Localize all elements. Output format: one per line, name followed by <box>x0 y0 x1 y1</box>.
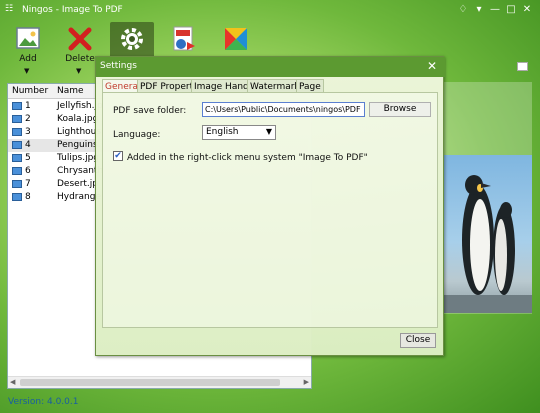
pdf-convert-icon <box>173 26 195 51</box>
row-filename: Koala.jpg <box>57 114 99 124</box>
tab-watermark[interactable]: Watermark <box>247 79 303 93</box>
image-file-icon <box>12 180 22 188</box>
language-label: Language: <box>113 130 161 140</box>
image-add-icon <box>16 27 40 49</box>
language-value: English <box>206 127 239 137</box>
penguin-image <box>444 175 532 313</box>
skin-icon[interactable]: ♢ <box>456 3 470 17</box>
scrollbar-thumb[interactable] <box>20 379 280 386</box>
image-file-icon <box>12 154 22 162</box>
close-icon[interactable]: ✕ <box>520 3 534 17</box>
maximize-icon[interactable]: □ <box>504 3 518 17</box>
pdf-save-folder-input[interactable]: C:\Users\Public\Documents\ningos\PDF <box>202 102 365 117</box>
row-filename: Desert.jp <box>57 179 98 189</box>
version-label: Version: 4.0.0.1 <box>8 397 79 407</box>
language-select[interactable]: English ▼ <box>202 125 276 140</box>
scroll-left-icon[interactable]: ◀ <box>10 378 15 386</box>
column-name-header[interactable]: Name <box>57 86 84 96</box>
row-filename: Penguins. <box>57 140 101 150</box>
app-window: ☷ Ningos - Image To PDF ♢ ▾ — □ ✕ Add ▼ … <box>0 0 540 413</box>
row-number: 2 <box>25 114 31 124</box>
image-file-icon <box>12 193 22 201</box>
settings-button[interactable] <box>110 22 154 58</box>
column-number-header[interactable]: Number <box>12 86 48 96</box>
chevron-down-icon[interactable]: ▼ <box>76 67 81 75</box>
image-file-icon <box>12 102 22 110</box>
red-x-delete-icon <box>68 27 92 51</box>
app-logo-icon <box>225 28 247 50</box>
pdf-save-folder-label: PDF save folder: <box>113 106 187 116</box>
row-number: 1 <box>25 101 31 111</box>
add-button[interactable]: Add ▼ <box>6 22 50 75</box>
row-number: 3 <box>25 127 31 137</box>
close-button[interactable]: Close <box>400 333 436 348</box>
title-bar: ☷ Ningos - Image To PDF ♢ ▾ — □ ✕ <box>0 0 540 22</box>
window-title: Ningos - Image To PDF <box>22 5 123 15</box>
dialog-close-icon[interactable]: ✕ <box>427 60 437 72</box>
tab-page[interactable]: Page <box>296 79 324 93</box>
image-file-icon <box>12 141 22 149</box>
preview-toggle-icon[interactable] <box>517 62 528 71</box>
gear-icon <box>121 28 143 50</box>
row-number: 6 <box>25 166 31 176</box>
minimize-icon[interactable]: — <box>488 3 502 17</box>
horizontal-scrollbar[interactable]: ◀ ▶ <box>8 376 311 388</box>
image-file-icon <box>12 167 22 175</box>
image-preview <box>444 155 532 313</box>
row-filename: Tulips.jpg <box>57 153 100 163</box>
image-file-icon <box>12 128 22 136</box>
row-number: 5 <box>25 153 31 163</box>
context-menu-checkbox[interactable]: ✔ <box>113 151 123 161</box>
settings-dialog: Settings ✕ General PDF Property Image Ha… <box>95 56 445 356</box>
chevron-down-icon[interactable]: ▼ <box>24 67 29 75</box>
browse-button[interactable]: Browse <box>369 102 431 117</box>
scroll-right-icon[interactable]: ▶ <box>304 378 309 386</box>
row-number: 7 <box>25 179 31 189</box>
menu-icon[interactable]: ▾ <box>472 3 486 17</box>
row-number: 8 <box>25 192 31 202</box>
chevron-down-icon: ▼ <box>265 127 272 136</box>
context-menu-label: Added in the right-click menu system "Im… <box>127 153 368 163</box>
image-file-icon <box>12 115 22 123</box>
add-label: Add <box>19 54 37 64</box>
dialog-title: Settings <box>100 61 137 71</box>
row-number: 4 <box>25 140 31 150</box>
app-icon: ☷ <box>5 4 14 14</box>
dialog-title-bar: Settings ✕ <box>96 57 445 77</box>
